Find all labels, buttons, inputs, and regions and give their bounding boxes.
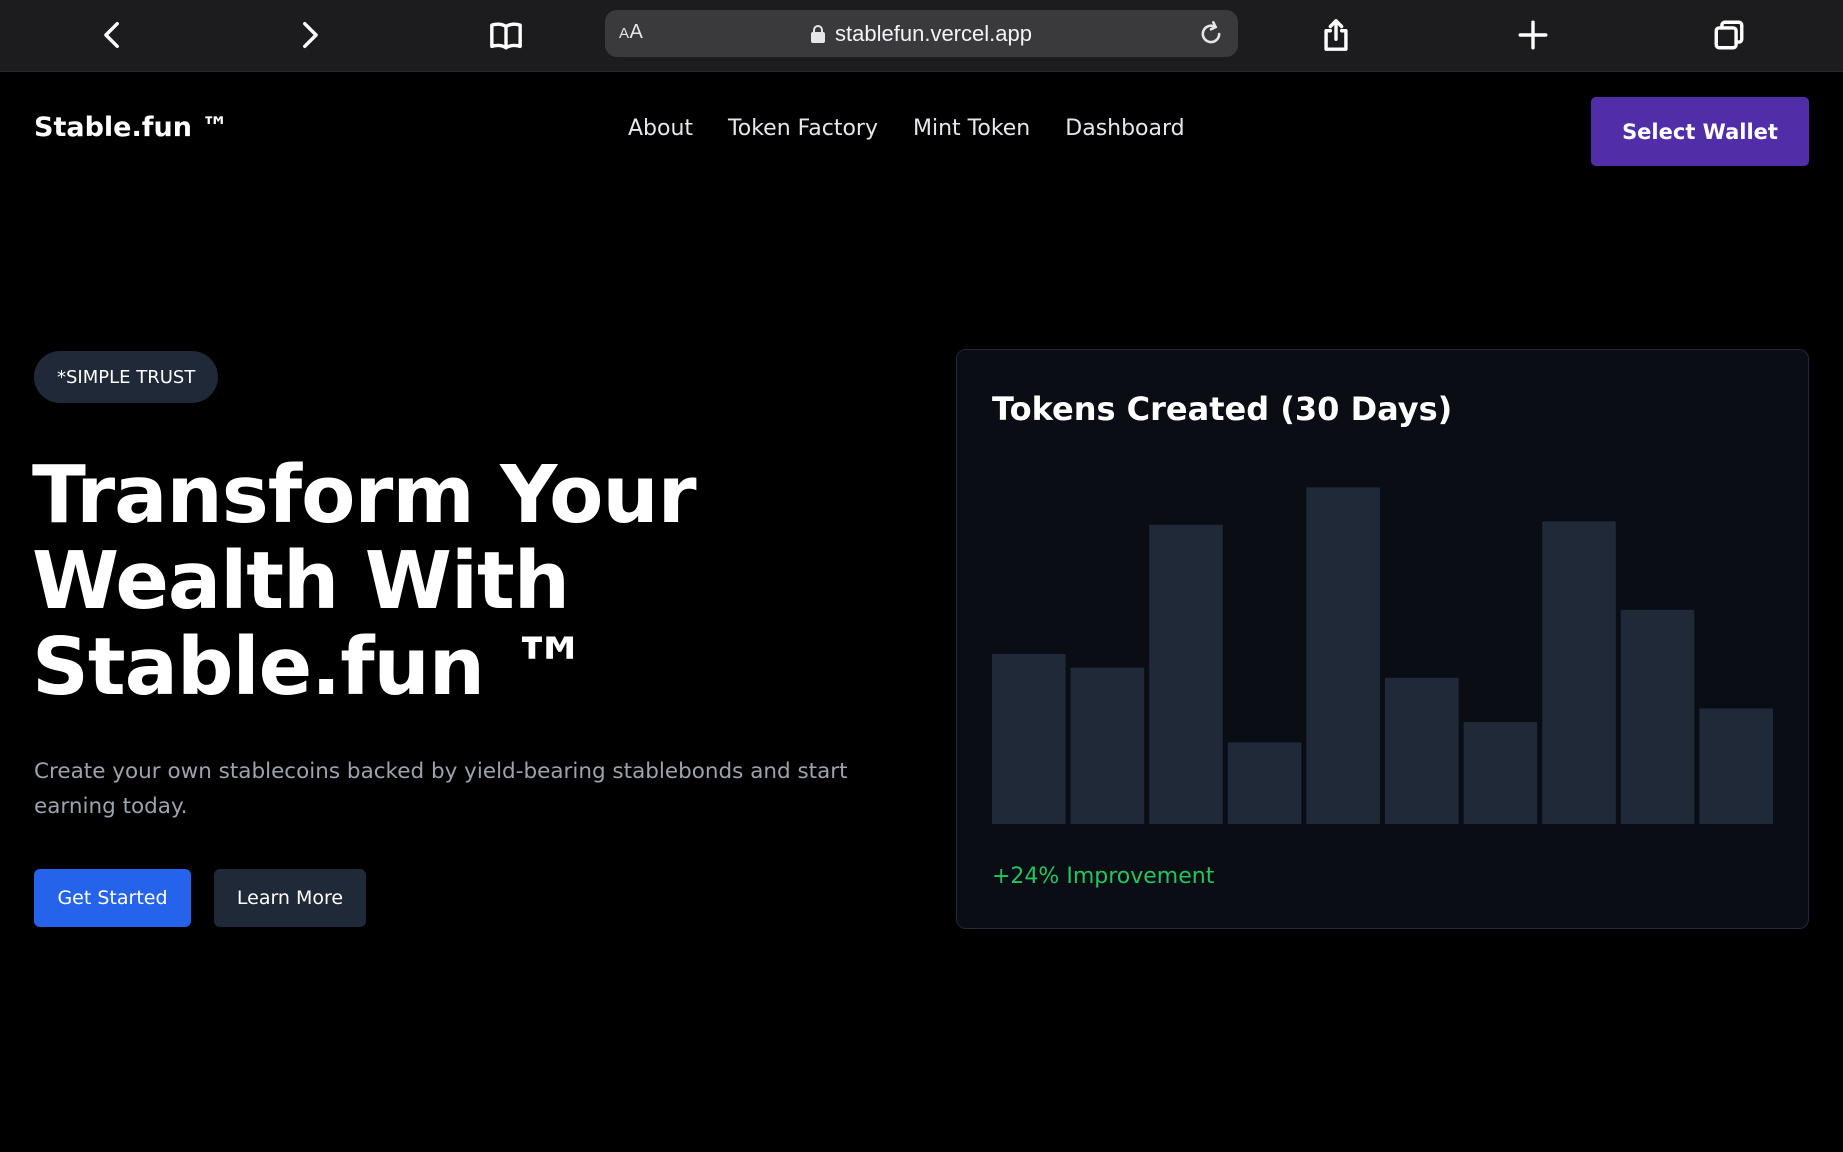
site-logo[interactable]: Stable.fun ™ <box>34 112 228 143</box>
url-display[interactable]: stablefun.vercel.app <box>605 10 1238 57</box>
chart-bar-6 <box>1385 677 1459 824</box>
hero-title-line: Wealth With <box>32 535 570 627</box>
hero-title-line: Transform Your <box>32 449 697 541</box>
get-started-button[interactable]: Get Started <box>34 869 191 927</box>
lock-icon <box>811 24 826 43</box>
back-icon[interactable] <box>90 12 136 58</box>
hero-title-line: Stable.fun ™ <box>32 621 590 713</box>
hero-description: Create your own stablecoins backed by yi… <box>34 759 848 819</box>
hero-title: Transform Your Wealth With Stable.fun ™ <box>32 452 792 710</box>
nav-about[interactable]: About <box>628 116 693 141</box>
learn-more-button[interactable]: Learn More <box>214 869 366 927</box>
nav-dashboard[interactable]: Dashboard <box>1065 116 1184 141</box>
forward-icon[interactable] <box>286 12 332 58</box>
reload-icon[interactable] <box>1194 17 1228 51</box>
url-text: stablefun.vercel.app <box>835 20 1032 46</box>
browser-toolbar: AA stablefun.vercel.app <box>0 0 1843 72</box>
main-nav: About Token Factory Mint Token Dashboard <box>628 116 1185 141</box>
nav-mint-token[interactable]: Mint Token <box>913 116 1030 141</box>
simple-trust-badge: *SIMPLE TRUST <box>34 351 219 403</box>
chart-bar-9 <box>1620 609 1695 824</box>
chart-bar-5 <box>1306 487 1380 824</box>
tokens-created-chart-card: Tokens Created (30 Days) +24% Improvemen… <box>956 349 1809 929</box>
share-icon[interactable] <box>1313 12 1359 58</box>
bookmarks-icon[interactable] <box>483 12 529 58</box>
chart-bar-3 <box>1149 524 1223 824</box>
tabs-overview-icon[interactable] <box>1706 12 1752 58</box>
chart-title: Tokens Created (30 Days) <box>992 390 1453 428</box>
chart-bar-4 <box>1227 742 1302 824</box>
nav-token-factory[interactable]: Token Factory <box>728 116 878 141</box>
select-wallet-button[interactable]: Select Wallet <box>1591 97 1809 166</box>
bar-chart <box>992 487 1773 824</box>
chart-bar-2 <box>1070 667 1145 824</box>
chart-bar-1 <box>992 654 1066 824</box>
chart-bar-7 <box>1463 722 1538 824</box>
new-tab-icon[interactable] <box>1510 12 1556 58</box>
chart-bar-10 <box>1699 708 1773 824</box>
improvement-stat: +24% Improvement <box>992 864 1215 889</box>
address-bar[interactable]: AA stablefun.vercel.app <box>605 10 1238 57</box>
chart-bar-8 <box>1542 521 1616 824</box>
